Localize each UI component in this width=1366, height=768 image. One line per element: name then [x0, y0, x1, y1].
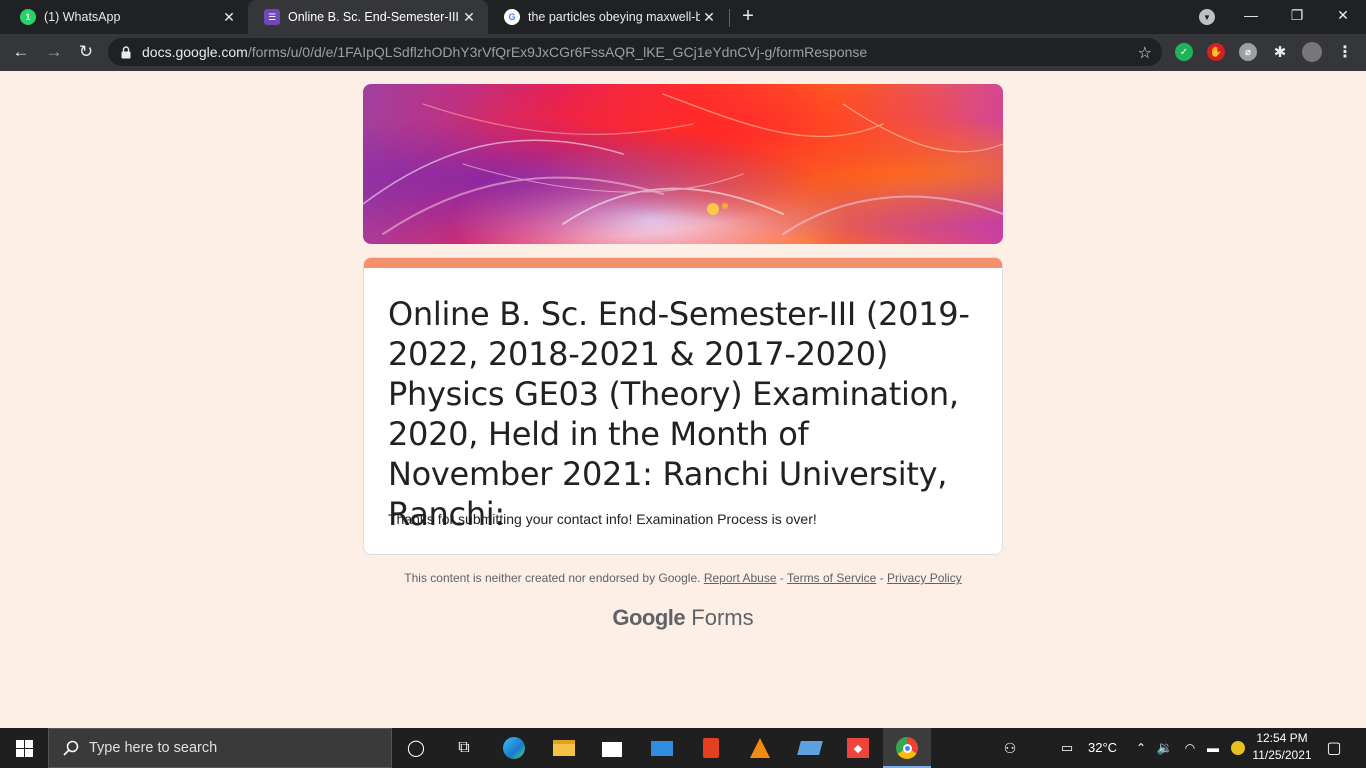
- temperature-text[interactable]: 32°C: [1088, 740, 1117, 755]
- confirmation-message: Thanks for submitting your contact info!…: [388, 511, 817, 527]
- search-placeholder: Type here to search: [89, 740, 218, 756]
- extension-gray-icon[interactable]: ⌀: [1239, 43, 1257, 61]
- taskbar-search-box[interactable]: Type here to search: [48, 728, 392, 768]
- task-view-icon[interactable]: ⧉: [450, 734, 478, 762]
- vlc-icon[interactable]: [746, 734, 774, 762]
- tab-separator: [729, 9, 730, 27]
- url-path: /forms/u/0/d/e/1FAIpQLSdflzhODhY3rVfQrEx…: [247, 44, 868, 60]
- remote-desktop-icon[interactable]: [796, 734, 824, 762]
- more-menu-icon[interactable]: ⋮: [1336, 43, 1354, 61]
- privacy-policy-link[interactable]: Privacy Policy: [887, 571, 962, 585]
- office-icon[interactable]: [697, 734, 725, 762]
- forward-arrow-icon[interactable]: →: [43, 41, 65, 63]
- chrome-icon[interactable]: [893, 734, 921, 762]
- battery-icon[interactable]: ▬: [1199, 734, 1227, 762]
- separator: -: [776, 571, 787, 585]
- tab-search-icon[interactable]: ▼: [1199, 9, 1215, 25]
- action-center-icon[interactable]: ▢: [1320, 734, 1348, 762]
- weather-icon[interactable]: ▭: [1053, 734, 1081, 762]
- close-tab-icon[interactable]: ✕: [700, 9, 718, 26]
- extension-check-icon[interactable]: ✓: [1175, 43, 1193, 61]
- close-window-button[interactable]: ✕: [1320, 0, 1366, 30]
- file-explorer-icon[interactable]: [550, 734, 578, 762]
- terms-of-service-link[interactable]: Terms of Service: [787, 571, 876, 585]
- bookmark-star-icon[interactable]: ☆: [1138, 43, 1152, 63]
- whatsapp-icon: 1: [20, 9, 36, 25]
- edge-browser-icon[interactable]: [500, 734, 528, 762]
- url-text: docs.google.com/forms/u/0/d/e/1FAIpQLSdf…: [142, 44, 867, 60]
- tab-whatsapp[interactable]: 1 (1) WhatsApp ✕: [4, 0, 248, 34]
- cortana-icon[interactable]: ◯: [402, 734, 430, 762]
- reload-icon[interactable]: ↻: [75, 41, 97, 63]
- system-clock[interactable]: 12:54 PM 11/25/2021: [1246, 730, 1318, 764]
- clock-date: 11/25/2021: [1252, 748, 1312, 762]
- restore-button[interactable]: ❐: [1274, 0, 1320, 30]
- tab-strip: 1 (1) WhatsApp ✕ ☰ Online B. Sc. End-Sem…: [0, 0, 1366, 34]
- extensions-puzzle-icon[interactable]: ✱: [1271, 43, 1289, 61]
- tab-title: (1) WhatsApp: [44, 10, 121, 24]
- form-header-image: [363, 84, 1003, 244]
- form-title: Online B. Sc. End-Semester-III (2019-202…: [388, 295, 970, 533]
- volume-icon[interactable]: 🔉: [1151, 734, 1179, 762]
- lock-icon[interactable]: [120, 45, 132, 59]
- clock-time: 12:54 PM: [1256, 731, 1308, 745]
- profile-avatar[interactable]: [1302, 42, 1322, 62]
- tab-title: Online B. Sc. End-Semester-III (2019-: [288, 10, 460, 24]
- minimize-button[interactable]: —: [1228, 0, 1274, 30]
- form-card: Online B. Sc. End-Semester-III (2019-202…: [363, 257, 1003, 555]
- windows-start-button[interactable]: [0, 728, 48, 768]
- card-accent-bar: [364, 258, 1002, 268]
- google-icon: G: [504, 9, 520, 25]
- windows-taskbar: Type here to search ◯ ⧉ ◆ ⚇ ▭ 32°C ⌃ 🔉 ◠…: [0, 728, 1366, 768]
- google-forms-icon: ☰: [264, 9, 280, 25]
- report-abuse-link[interactable]: Report Abuse: [704, 571, 777, 585]
- close-tab-icon[interactable]: ✕: [220, 9, 238, 26]
- people-icon[interactable]: ⚇: [996, 734, 1024, 762]
- page-content: Online B. Sc. End-Semester-III (2019-202…: [0, 71, 1366, 728]
- logo-google: Google: [612, 605, 686, 630]
- footer-disclaimer: This content is neither created nor endo…: [0, 571, 1366, 585]
- tab-title: the particles obeying maxwell-boltzmann: [528, 10, 700, 24]
- address-bar[interactable]: docs.google.com/forms/u/0/d/e/1FAIpQLSdf…: [108, 38, 1162, 66]
- back-arrow-icon[interactable]: ←: [10, 41, 32, 63]
- new-tab-button[interactable]: +: [737, 5, 759, 27]
- close-tab-icon[interactable]: ✕: [460, 9, 478, 26]
- logo-forms: Forms: [691, 605, 754, 630]
- tab-google-search[interactable]: G the particles obeying maxwell-boltzman…: [488, 0, 728, 34]
- browser-toolbar: ← → ↻ docs.google.com/forms/u/0/d/e/1FAI…: [0, 34, 1366, 71]
- extension-adblock-icon[interactable]: ✋: [1207, 43, 1225, 61]
- tab-google-form[interactable]: ☰ Online B. Sc. End-Semester-III (2019- …: [248, 0, 488, 34]
- separator: -: [876, 571, 888, 585]
- mail-icon[interactable]: [648, 734, 676, 762]
- microsoft-store-icon[interactable]: [598, 734, 626, 762]
- search-icon: [63, 740, 79, 756]
- disclaimer-text: This content is neither created nor endo…: [404, 571, 701, 585]
- anydesk-icon[interactable]: ◆: [844, 734, 872, 762]
- google-forms-logo[interactable]: Google Forms: [0, 605, 1366, 631]
- url-host: docs.google.com: [142, 44, 248, 60]
